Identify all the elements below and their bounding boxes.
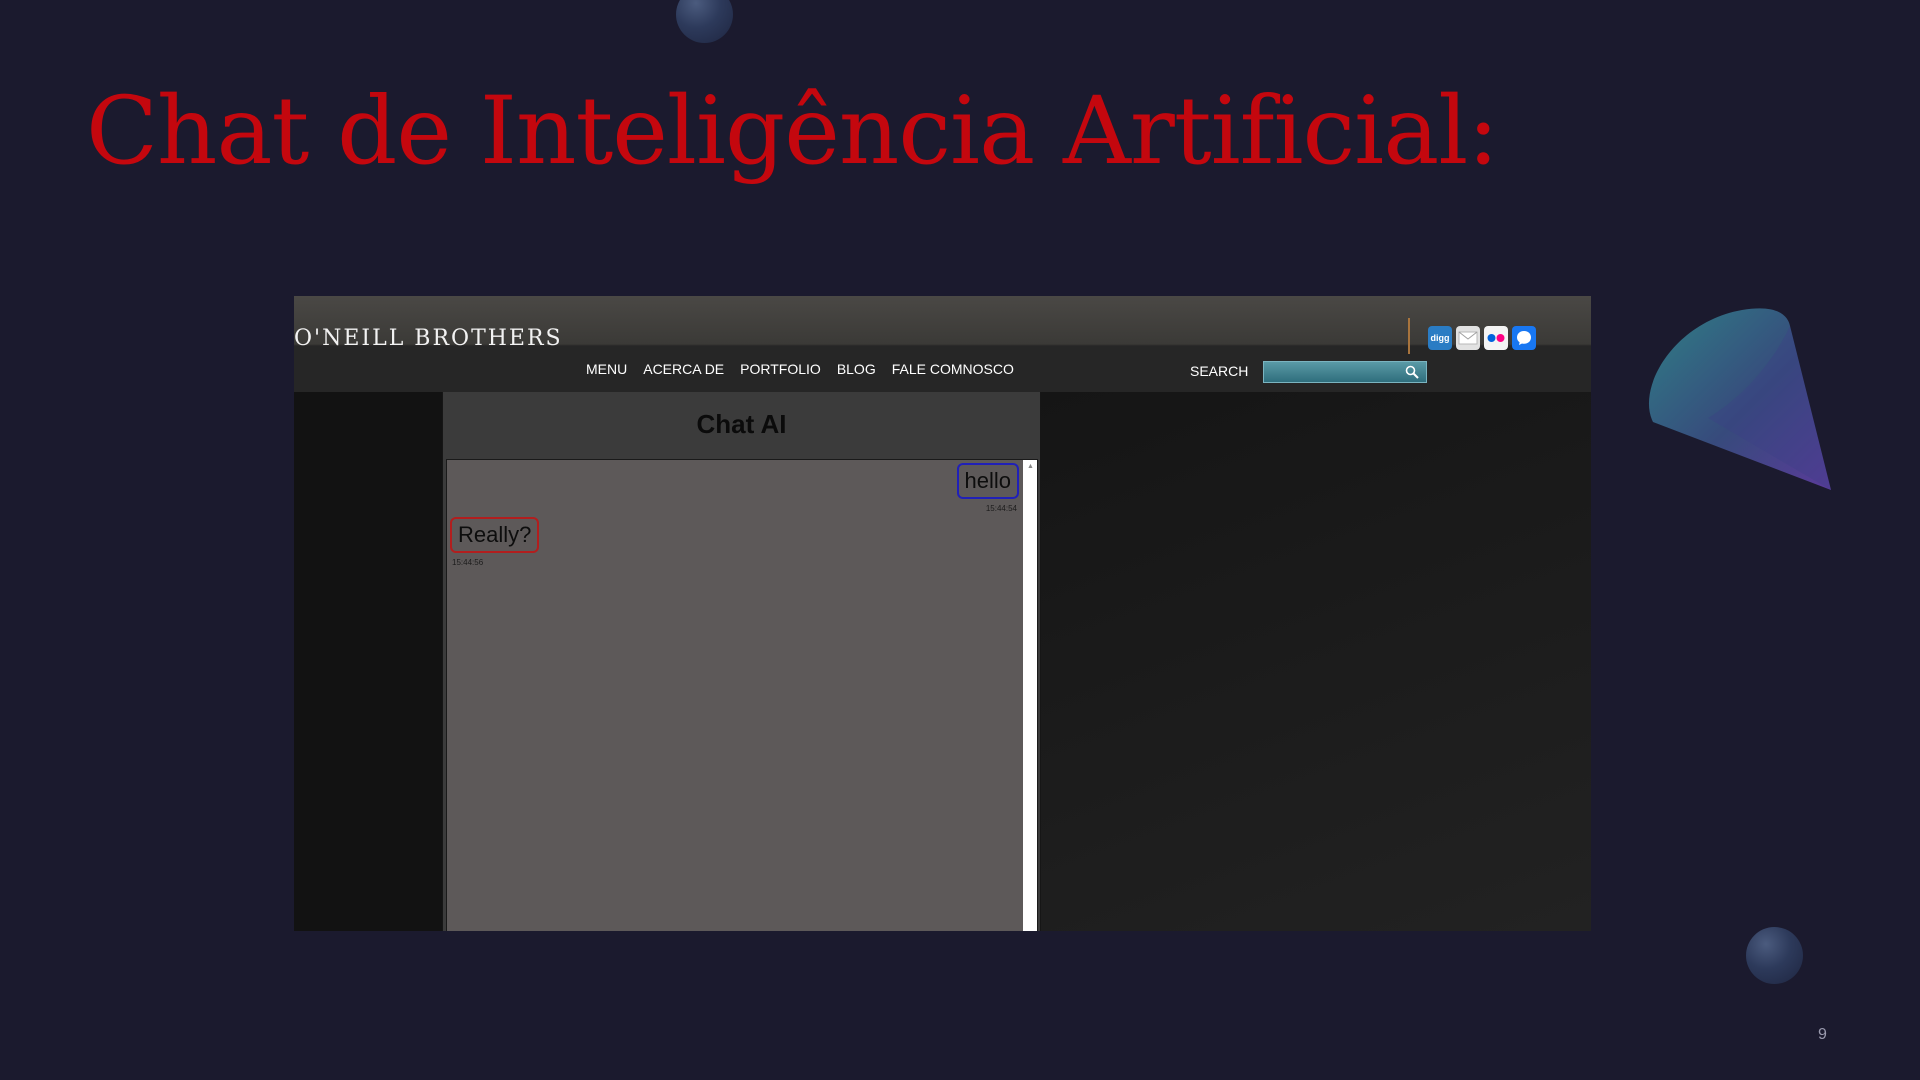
search-label: SEARCH bbox=[1190, 363, 1249, 379]
slide-title: Chat de Inteligência Artificial: bbox=[86, 77, 1499, 186]
header-divider bbox=[1408, 318, 1410, 354]
page-number: 9 bbox=[1818, 1026, 1827, 1043]
chat-panel: Chat AI hello 15:44:54 Really? 15:44:56 … bbox=[443, 392, 1040, 931]
right-column bbox=[1041, 392, 1591, 931]
left-column bbox=[294, 392, 442, 931]
main-nav: MENU ACERCA DE PORTFOLIO BLOG FALE COMNO… bbox=[586, 361, 1014, 377]
decorative-sphere-bottom bbox=[1746, 927, 1803, 984]
bot-message-bubble: Really? bbox=[450, 517, 540, 553]
site-brand[interactable]: O'NEILL BROTHERS bbox=[294, 326, 563, 351]
decorative-sphere-top bbox=[676, 0, 733, 43]
search-icon[interactable] bbox=[1405, 365, 1419, 379]
chat-title: Chat AI bbox=[696, 409, 787, 439]
user-message-timestamp: 15:44:54 bbox=[985, 504, 1017, 513]
mail-icon[interactable] bbox=[1456, 326, 1480, 350]
nav-item-menu[interactable]: MENU bbox=[586, 361, 627, 377]
decorative-cone bbox=[1648, 308, 1831, 490]
chat-app-icon[interactable] bbox=[1512, 326, 1536, 350]
bot-message-timestamp: 15:44:56 bbox=[452, 558, 484, 567]
chat-messages-area[interactable]: hello 15:44:54 Really? 15:44:56 ▲ bbox=[446, 459, 1038, 931]
website-screenshot: O'NEILL BROTHERS MENU ACERCA DE PORTFOLI… bbox=[294, 296, 1591, 931]
nav-item-fale-comnosco[interactable]: FALE COMNOSCO bbox=[892, 361, 1014, 377]
nav-item-portfolio[interactable]: PORTFOLIO bbox=[740, 361, 821, 377]
flickr-icon[interactable] bbox=[1484, 326, 1508, 350]
site-header: O'NEILL BROTHERS MENU ACERCA DE PORTFOLI… bbox=[294, 296, 1591, 392]
scroll-up-arrow-icon[interactable]: ▲ bbox=[1027, 463, 1034, 470]
chat-scrollbar[interactable]: ▲ bbox=[1023, 460, 1037, 931]
nav-item-blog[interactable]: BLOG bbox=[837, 361, 876, 377]
social-icons: digg bbox=[1428, 326, 1536, 350]
user-message-bubble: hello bbox=[956, 463, 1019, 499]
search-input[interactable] bbox=[1263, 361, 1427, 383]
digg-icon[interactable]: digg bbox=[1428, 326, 1452, 350]
nav-item-acerca-de[interactable]: ACERCA DE bbox=[643, 361, 724, 377]
